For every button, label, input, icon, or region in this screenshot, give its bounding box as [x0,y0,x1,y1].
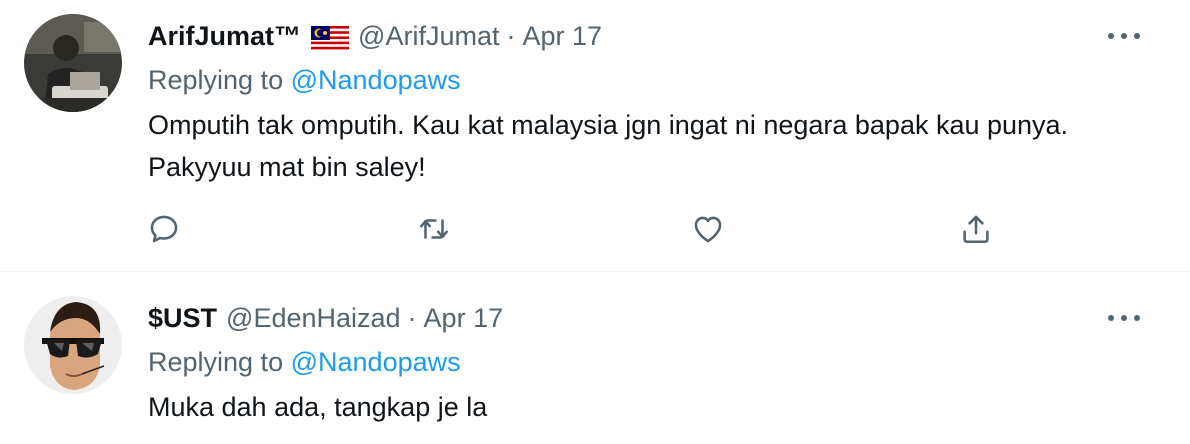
malaysia-flag-icon [311,23,350,52]
separator: · [407,303,417,333]
share-button[interactable] [954,207,998,251]
mention-link[interactable]: @Nandopaws [291,65,461,95]
display-name[interactable]: ArifJumat™ [148,16,301,56]
retweet-icon [419,219,449,239]
more-options-icon[interactable] [1108,308,1140,328]
action-bar [0,207,1190,251]
replying-prefix: Replying to [148,347,284,377]
replying-prefix: Replying to [148,65,284,95]
tweet[interactable]: ArifJumat™ @ArifJumat · Apr 17 Replying … [0,0,1190,272]
avatar[interactable] [24,14,122,112]
mention-link[interactable]: @Nandopaws [291,347,461,377]
replying-to: Replying to @Nandopaws [148,342,461,382]
avatar[interactable] [24,296,122,394]
handle[interactable]: @ArifJumat [358,16,499,56]
tweet-text: Muka dah ada, tangkap je la [148,392,488,422]
tweet-text: Omputih tak omputih. Kau kat malaysia jg… [148,110,1069,182]
separator: · [506,21,516,51]
handle[interactable]: @EdenHaizad [226,298,401,338]
display-name[interactable]: $UST [148,298,217,338]
timestamp[interactable]: Apr 17 [424,298,504,338]
tweet[interactable]: $UST @EdenHaizad · Apr 17 Replying to @N… [0,272,1190,444]
like-icon [694,216,722,243]
timestamp[interactable]: Apr 17 [522,16,602,56]
like-button[interactable] [686,207,730,251]
replying-to: Replying to @Nandopaws [148,60,461,100]
more-options-icon[interactable] [1108,26,1140,46]
retweet-button[interactable] [412,207,456,251]
share-icon [963,215,989,244]
reply-button[interactable] [142,207,186,251]
reply-icon [150,215,178,243]
